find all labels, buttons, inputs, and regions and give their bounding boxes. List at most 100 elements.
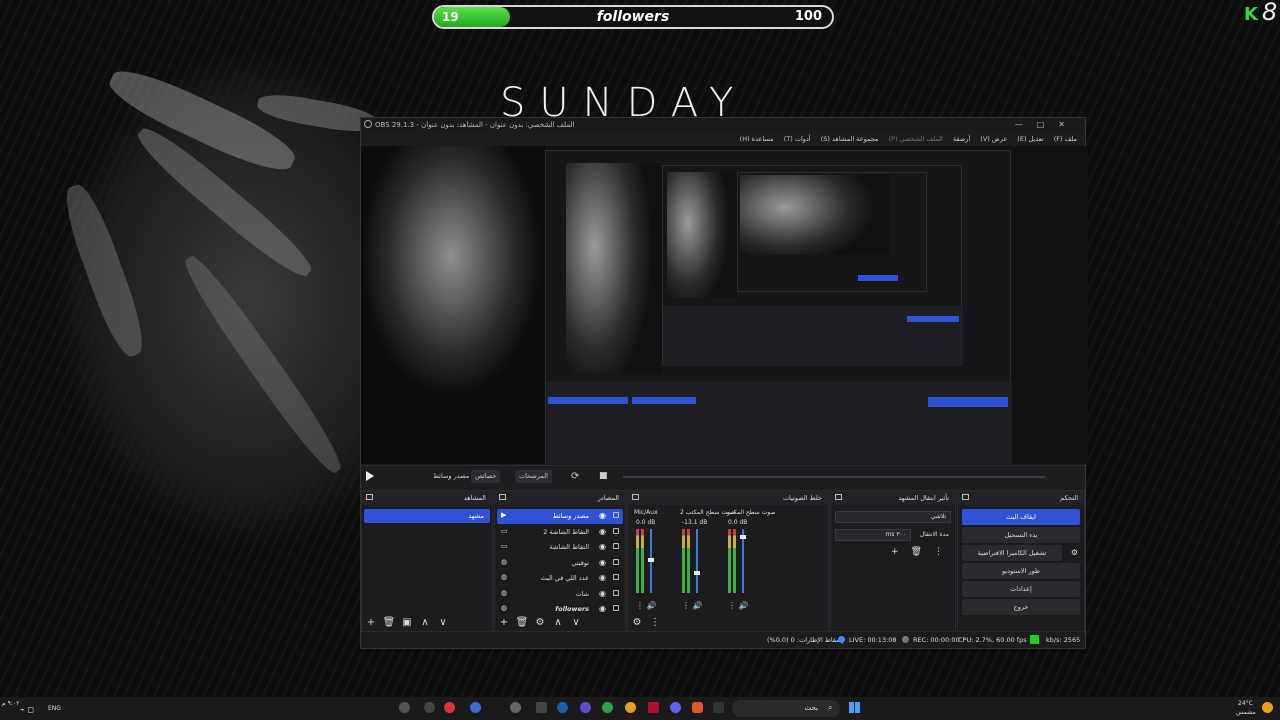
properties-button[interactable]: خصائص [471,470,501,483]
minimize-button[interactable]: — [1015,120,1037,129]
app-icon[interactable] [444,702,455,713]
refresh-icon[interactable]: ⟳ [567,470,583,483]
source-item[interactable]: ◍ شات ◉ [497,587,623,602]
scene-filters-button[interactable]: ▣ [398,615,416,631]
seek-slider[interactable] [623,476,1045,478]
epic-games-icon[interactable] [713,702,724,713]
move-down-button[interactable]: ∨ [434,615,452,631]
brave-icon[interactable] [692,702,703,713]
menu-edit[interactable]: تعديل (E) [1017,135,1043,143]
windows-start-icon[interactable] [849,702,860,713]
visibility-eye-icon[interactable]: ◉ [599,527,606,536]
start-virtual-camera-button[interactable]: تشغيل الكاميرا الافتراضية [962,545,1062,561]
rec-time: REC: 00:00:00 [913,636,960,644]
visibility-eye-icon[interactable]: ◉ [599,558,606,567]
studio-mode-button[interactable]: طور الاستوديو [962,563,1080,579]
app-icon[interactable] [648,702,659,713]
channel-controls[interactable]: ⋮ 🔊 [682,601,703,610]
fader-knob[interactable] [694,570,700,575]
undock-icon[interactable] [632,494,639,500]
nested-source-item [632,397,696,404]
media-controls-bar: مصدر وسائط خصائص المرشحات ⟳ ■ [361,465,1085,488]
language-indicator[interactable]: ENG [48,705,61,712]
advanced-audio-icon[interactable]: ⚙ [628,615,646,631]
app-icon[interactable] [470,702,481,713]
visibility-eye-icon[interactable]: ◉ [599,511,606,520]
remove-scene-button[interactable]: 🗑 [380,615,398,631]
lock-icon[interactable] [613,574,619,580]
transition-type-select[interactable]: تلاشي [835,511,951,523]
menu-docks[interactable]: أرصفة [953,135,970,143]
lock-icon[interactable] [613,589,619,596]
undock-icon[interactable] [499,494,506,500]
app-icon[interactable] [424,702,435,713]
fader-knob[interactable] [740,535,746,540]
discord-icon[interactable] [670,702,681,713]
lock-icon[interactable] [613,527,619,534]
fader-knob[interactable] [648,557,654,562]
source-item[interactable]: ▭ التقاط الشاشة ◉ [497,540,623,555]
visibility-eye-icon[interactable]: ◉ [599,573,606,582]
chrome-icon[interactable] [399,702,410,713]
undock-icon[interactable] [835,494,842,500]
close-button[interactable]: ✕ [1058,120,1079,129]
sources-dock: المصادر ▶ مصدر وسائط ◉ ▭ التقاط الشاشة 2 ◉ ▭ ال… [494,490,626,632]
network-icon[interactable]: ⌁ ◻ [20,705,34,714]
visibility-eye-icon[interactable]: ◉ [599,589,606,598]
steam-icon[interactable] [557,702,568,713]
menu-tools[interactable]: أدوات (T) [784,135,811,143]
settings-button[interactable]: إعدادات [962,581,1080,597]
preview-canvas[interactable] [361,146,1087,464]
app-icon[interactable] [602,702,613,713]
lock-icon[interactable] [613,558,619,565]
filters-button[interactable]: المرشحات [515,470,552,483]
nested-docks [546,381,1012,464]
source-item[interactable]: ▶ مصدر وسائط ◉ [497,509,623,524]
taskbar-search[interactable]: بحث [732,700,840,717]
app-icon[interactable] [510,702,521,713]
volume-meter [733,529,736,593]
app-icon[interactable] [625,702,636,713]
maximize-button[interactable]: □ [1037,120,1059,129]
channel-controls[interactable]: ⋮ 🔊 [728,601,749,610]
transition-menu-icon[interactable]: ⋮ [934,547,955,557]
add-source-button[interactable]: + [495,615,513,631]
source-item[interactable]: ◍ توقيتي ◉ [497,556,623,571]
channel-controls[interactable]: ⋮ 🔊 [636,601,657,610]
source-properties-button[interactable]: ⚙ [531,615,549,631]
stop-icon[interactable]: ■ [595,470,612,483]
scenes-dock: المشاهد مشهد + 🗑 ▣ ∧ ∨ [361,490,493,632]
stop-streaming-button[interactable]: ايقاف البث [962,509,1080,525]
scene-item[interactable]: مشهد [364,509,490,523]
duration-input[interactable]: ٣٠٠ ms [835,529,911,541]
file-explorer-icon[interactable] [536,702,547,713]
menu-help[interactable]: مساعدة (H) [740,135,774,143]
lock-icon[interactable] [613,543,619,549]
add-transition-button[interactable]: + [891,547,911,557]
move-up-button[interactable]: ∧ [416,615,434,631]
menu-view[interactable]: عرض (V) [980,135,1007,143]
remove-transition-button[interactable]: 🗑 [911,547,934,557]
remove-source-button[interactable]: 🗑 [513,615,531,631]
source-item[interactable]: ◍ عدد اللي في البث ◉ [497,571,623,586]
start-recording-button[interactable]: بدء التسجيل [962,527,1080,543]
menu-scene-collection[interactable]: مجموعة المشاهد (S) [821,135,879,143]
menu-profile[interactable]: الملف الشخصي (P) [888,135,942,143]
add-scene-button[interactable]: + [362,615,380,631]
lock-icon[interactable] [613,512,619,518]
play-icon[interactable] [366,471,374,481]
undock-icon[interactable] [962,494,969,500]
mixer-menu-icon[interactable]: ⋮ [646,615,664,631]
virtual-camera-settings-icon[interactable]: ⚙ [1071,548,1078,557]
menu-file[interactable]: ملف (F) [1054,135,1077,143]
volume-fader[interactable] [696,529,698,593]
visibility-eye-icon[interactable]: ◉ [599,604,606,613]
exit-button[interactable]: خروج [962,599,1080,615]
move-down-button[interactable]: ∨ [567,615,585,631]
source-item[interactable]: ▭ التقاط الشاشة 2 ◉ [497,525,623,540]
undock-icon[interactable] [366,494,373,500]
lock-icon[interactable] [613,605,619,611]
move-up-button[interactable]: ∧ [549,615,567,631]
visibility-eye-icon[interactable]: ◉ [599,542,606,551]
app-icon[interactable] [580,702,591,713]
